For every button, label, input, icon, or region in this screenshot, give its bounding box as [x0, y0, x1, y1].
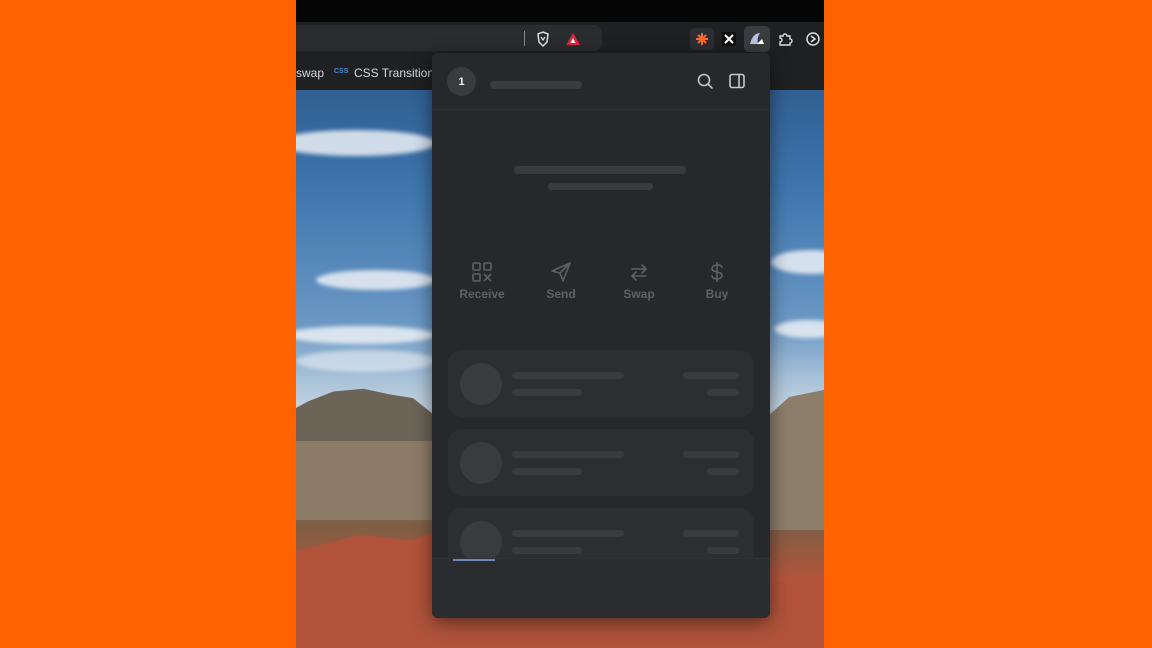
asset-row-skeleton[interactable]: [448, 350, 754, 417]
cloud: [316, 270, 436, 290]
bottom-tab-bar: [432, 558, 770, 618]
asset-change-skeleton: [707, 389, 739, 396]
wallet-extension-icon[interactable]: [744, 26, 770, 52]
buy-button[interactable]: Buy: [682, 261, 752, 301]
search-icon[interactable]: [696, 72, 714, 90]
active-tab-indicator: [453, 559, 495, 561]
account-name-skeleton: [490, 81, 582, 89]
asset-name-skeleton: [512, 451, 624, 458]
asset-row-skeleton[interactable]: [448, 429, 754, 496]
asset-value-skeleton: [683, 372, 739, 379]
cloud: [771, 250, 824, 274]
asset-value-skeleton: [683, 530, 739, 537]
swap-icon: [630, 264, 648, 281]
hill: [766, 390, 824, 530]
x-extension-icon[interactable]: [720, 30, 738, 48]
asset-change-skeleton: [707, 468, 739, 475]
receive-button[interactable]: Receive: [447, 261, 517, 301]
balance-change-skeleton: [548, 183, 653, 190]
asset-amount-skeleton: [512, 547, 582, 554]
cloud: [296, 326, 436, 344]
send-button[interactable]: Send: [526, 261, 596, 301]
asset-avatar-skeleton: [460, 442, 502, 484]
sidebar-toggle-icon[interactable]: [804, 30, 822, 48]
brave-icon[interactable]: [534, 30, 552, 48]
css-favicon-icon: CSS: [334, 68, 349, 75]
mesa: [296, 388, 446, 441]
qr-code-icon: [472, 262, 492, 282]
asset-change-skeleton: [707, 547, 739, 554]
asset-avatar-skeleton: [460, 363, 502, 405]
asset-avatar-skeleton: [460, 521, 502, 563]
cloud: [774, 320, 824, 338]
send-icon: [551, 262, 571, 282]
asset-amount-skeleton: [512, 468, 582, 475]
sidebar-icon[interactable]: [728, 72, 746, 90]
buy-label: Buy: [705, 287, 729, 301]
triangle-alert-icon[interactable]: [564, 30, 582, 48]
puzzle-icon[interactable]: [776, 30, 794, 48]
dollar-icon: [711, 262, 723, 282]
send-label: Send: [546, 287, 576, 301]
asset-value-skeleton: [683, 451, 739, 458]
account-avatar[interactable]: 1: [447, 67, 476, 96]
toolbar-separator: [524, 31, 525, 46]
balance-skeleton: [514, 166, 686, 174]
swap-button[interactable]: Swap: [604, 261, 674, 301]
address-bar[interactable]: [296, 25, 602, 51]
cloud: [296, 350, 436, 372]
bookmark-swap[interactable]: swap: [296, 66, 324, 80]
wallet-header: 1: [432, 53, 770, 110]
action-bar: Receive Send Swap Buy: [432, 261, 770, 321]
bookmark-css-transition[interactable]: CSS Transition g: [354, 66, 444, 80]
title-bar: [296, 0, 824, 22]
cloud: [296, 130, 436, 156]
asterisk-extension-icon[interactable]: [690, 28, 714, 50]
swap-label: Swap: [623, 287, 655, 301]
asset-amount-skeleton: [512, 389, 582, 396]
receive-label: Receive: [459, 287, 505, 301]
asset-name-skeleton: [512, 530, 624, 537]
asset-name-skeleton: [512, 372, 624, 379]
wallet-popup: 1 Receive Send Swap Buy: [432, 53, 770, 618]
